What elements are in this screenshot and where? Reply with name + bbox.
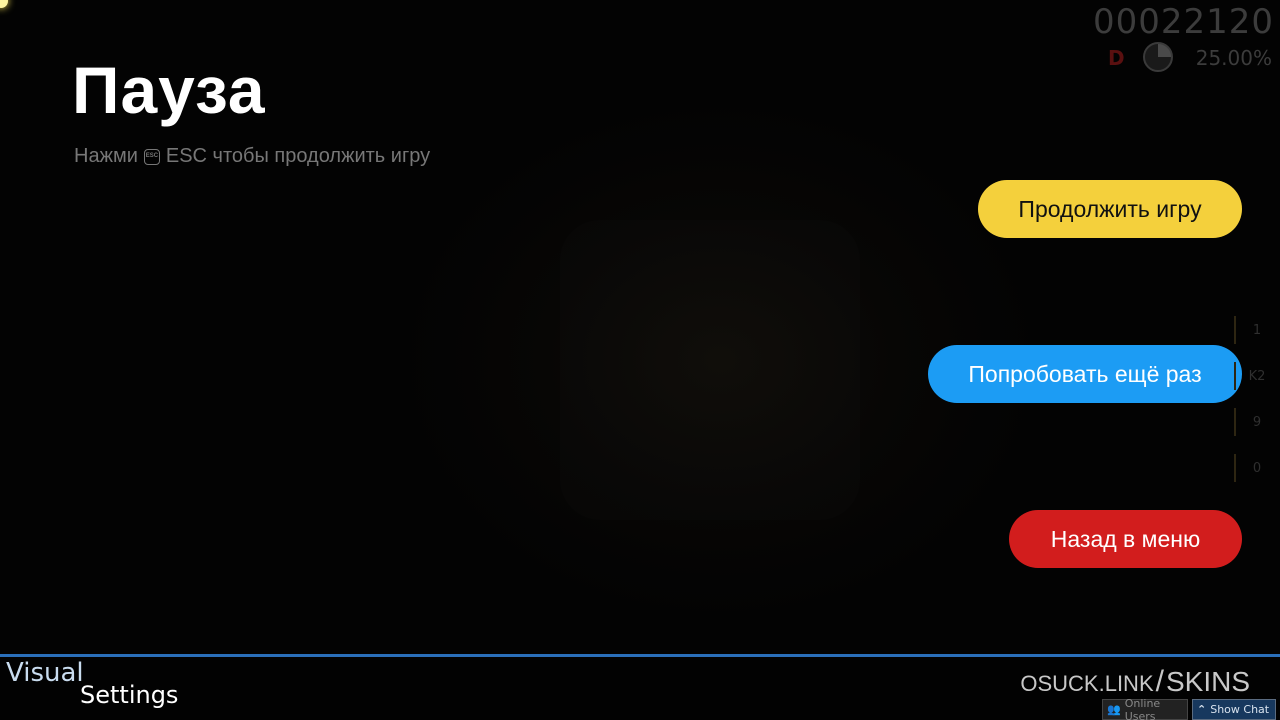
pause-subtitle: Нажми ESC ESC чтобы продолжить игру [74,145,430,168]
online-users-label: Online Users [1124,696,1161,720]
show-chat-button[interactable]: ⌃ Show Chat [1192,699,1276,720]
users-icon: 👥 [1107,703,1121,716]
skin-link-path: SKINS [1165,666,1250,697]
retry-button[interactable]: Попробовать ещё раз [928,345,1242,403]
chevron-up-icon: ⌃ [1197,703,1207,716]
subtitle-suffix: ESC чтобы продолжить игру [165,145,431,167]
subtitle-prefix: Нажми [74,145,138,167]
page-title: Пауза [72,53,266,127]
back-to-menu-button[interactable]: Назад в меню [1009,510,1242,568]
skin-link: OSUCK.LINK / SKINS [1020,665,1250,699]
key-overlay: 1 K2 9 0 [1232,312,1272,496]
visual-settings-label-bottom[interactable]: Settings [80,681,178,709]
skin-link-slash: / [1155,665,1164,698]
grade-letter: D [1108,46,1125,70]
key-counter: 0 [1232,450,1272,486]
esc-key-icon: ESC [143,148,160,165]
visual-settings-label-top[interactable]: Visual [6,658,84,688]
skin-link-domain: OSUCK.LINK [1020,671,1154,696]
key-counter: 9 [1232,404,1272,440]
background-shape [560,220,860,520]
score-counter: 00022120 [1092,2,1274,42]
online-users-button[interactable]: 👥 Online Users [1102,696,1188,720]
accuracy-counter: 25.00% [1195,46,1272,70]
key-counter: K2 [1232,358,1272,394]
continue-button[interactable]: Продолжить игру [978,180,1242,238]
progress-pie-icon [1143,42,1173,72]
show-chat-label: Show Chat [1210,703,1270,716]
key-counter: 1 [1232,312,1272,348]
